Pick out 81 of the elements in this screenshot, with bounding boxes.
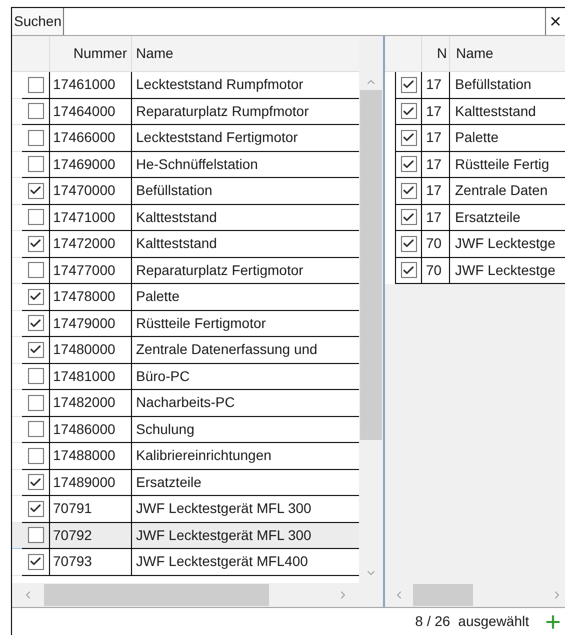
check-icon [402,264,415,277]
horizontal-scrollbar[interactable] [12,583,383,607]
checkbox[interactable] [28,315,44,332]
checkbox[interactable] [28,368,44,384]
horizontal-scrollbar[interactable] [385,583,565,607]
table-row[interactable]: 17478000 Palette [12,284,360,310]
table-cell: 17 [422,204,450,231]
table-cell: JWF Lecktestge [450,231,565,258]
checkbox[interactable] [28,182,44,199]
table-row[interactable]: 17480000 Zentrale Datenerfassung und [12,337,360,364]
table-cell: Befüllstation [450,72,565,98]
checkbox[interactable] [28,394,44,411]
table-row[interactable]: 17466000 Leckteststand Fertigmotor [12,125,360,152]
table-row[interactable]: 70792 JWF Lecktestgerät MFL 300 [12,522,360,549]
selection-count: 8 / 26 [415,612,450,631]
table-row[interactable]: 17486000 Schulung [12,416,360,443]
checkbox[interactable] [400,156,416,172]
checkbox[interactable] [28,236,44,252]
checkbox[interactable] [28,500,44,517]
scrollbar-thumb[interactable] [44,584,269,606]
table-cell: 17 [422,72,450,98]
table-cell: 70793 [50,549,132,576]
column-header[interactable]: N [422,36,450,71]
table-row[interactable]: 17471000 Kaltteststand [12,204,360,231]
checkbox[interactable] [28,76,44,93]
table-cell: Rüstteile Fertig [450,152,565,178]
table-row[interactable]: 17477000 Reparaturplatz Fertigmotor [12,258,360,284]
column-header[interactable]: Nummer [50,36,132,71]
check-icon [402,104,415,118]
checkbox[interactable] [400,262,416,278]
checkbox[interactable] [400,209,416,226]
table-cell: Ersatzteile [450,204,565,231]
column-header[interactable]: Name [132,36,360,71]
table-row[interactable]: 17472000 Kaltteststand [12,231,360,258]
scrollbar-thumb[interactable] [360,90,382,440]
table-row[interactable]: 17469000 He-Schnüffelstation [12,152,360,178]
table-cell: Palette [450,125,565,152]
checkbox[interactable] [28,554,44,570]
table-row[interactable]: 17488000 Kalibriereinrichtungen [12,443,360,470]
check-icon [402,210,415,224]
table-cell: 17 [422,152,450,178]
checkbox[interactable] [400,236,416,252]
table-cell: Zentrale Daten [450,178,565,204]
check-icon [402,158,415,171]
table-row[interactable]: 17461000 Leckteststand Rumpfmotor [12,72,360,98]
checkbox[interactable] [28,288,44,305]
checkbox[interactable] [28,130,44,146]
table-cell: 17 [422,178,450,204]
table-cell: 17 [422,125,450,152]
table-row[interactable]: 17489000 Ersatzteile [12,470,360,496]
table-cell: Kaltteststand [450,98,565,125]
vertical-scrollbar[interactable] [359,36,383,583]
scrollbar-thumb[interactable] [413,584,473,606]
column-header[interactable]: Name [450,36,565,71]
check-icon [29,476,42,489]
table-row[interactable]: 17482000 Nacharbeits-PC [12,390,360,416]
checkbox[interactable] [28,474,44,490]
checkbox[interactable] [400,130,416,146]
clear-button[interactable]: × [545,8,565,35]
search-label: Suchen [12,8,64,35]
checkbox[interactable] [400,103,416,120]
check-icon [29,316,42,330]
checkbox[interactable] [28,527,44,544]
table-row[interactable]: 70791 JWF Lecktestgerät MFL 300 [12,496,360,522]
checkbox[interactable] [28,103,44,120]
table-cell: 70 [422,231,450,258]
checkbox[interactable] [28,262,44,278]
checkbox[interactable] [400,76,416,93]
checkbox[interactable] [28,448,44,464]
table-row[interactable]: 17481000 Büro-PC [12,364,360,390]
table-row[interactable]: 17470000 Befüllstation [12,178,360,204]
selection-label: ausgewählt [458,612,529,631]
checkbox[interactable] [28,421,44,438]
checkbox[interactable] [28,342,44,358]
checkbox[interactable] [400,182,416,199]
checkbox[interactable] [28,156,44,172]
table-row[interactable]: 17464000 Reparaturplatz Rumpfmotor [12,98,360,125]
table-cell: 17 [422,98,450,125]
table-row[interactable]: 70793 JWF Lecktestgerät MFL400 [12,549,360,576]
table-row[interactable]: 17479000 Rüstteile Fertigmotor [12,310,360,337]
checkbox[interactable] [28,209,44,226]
